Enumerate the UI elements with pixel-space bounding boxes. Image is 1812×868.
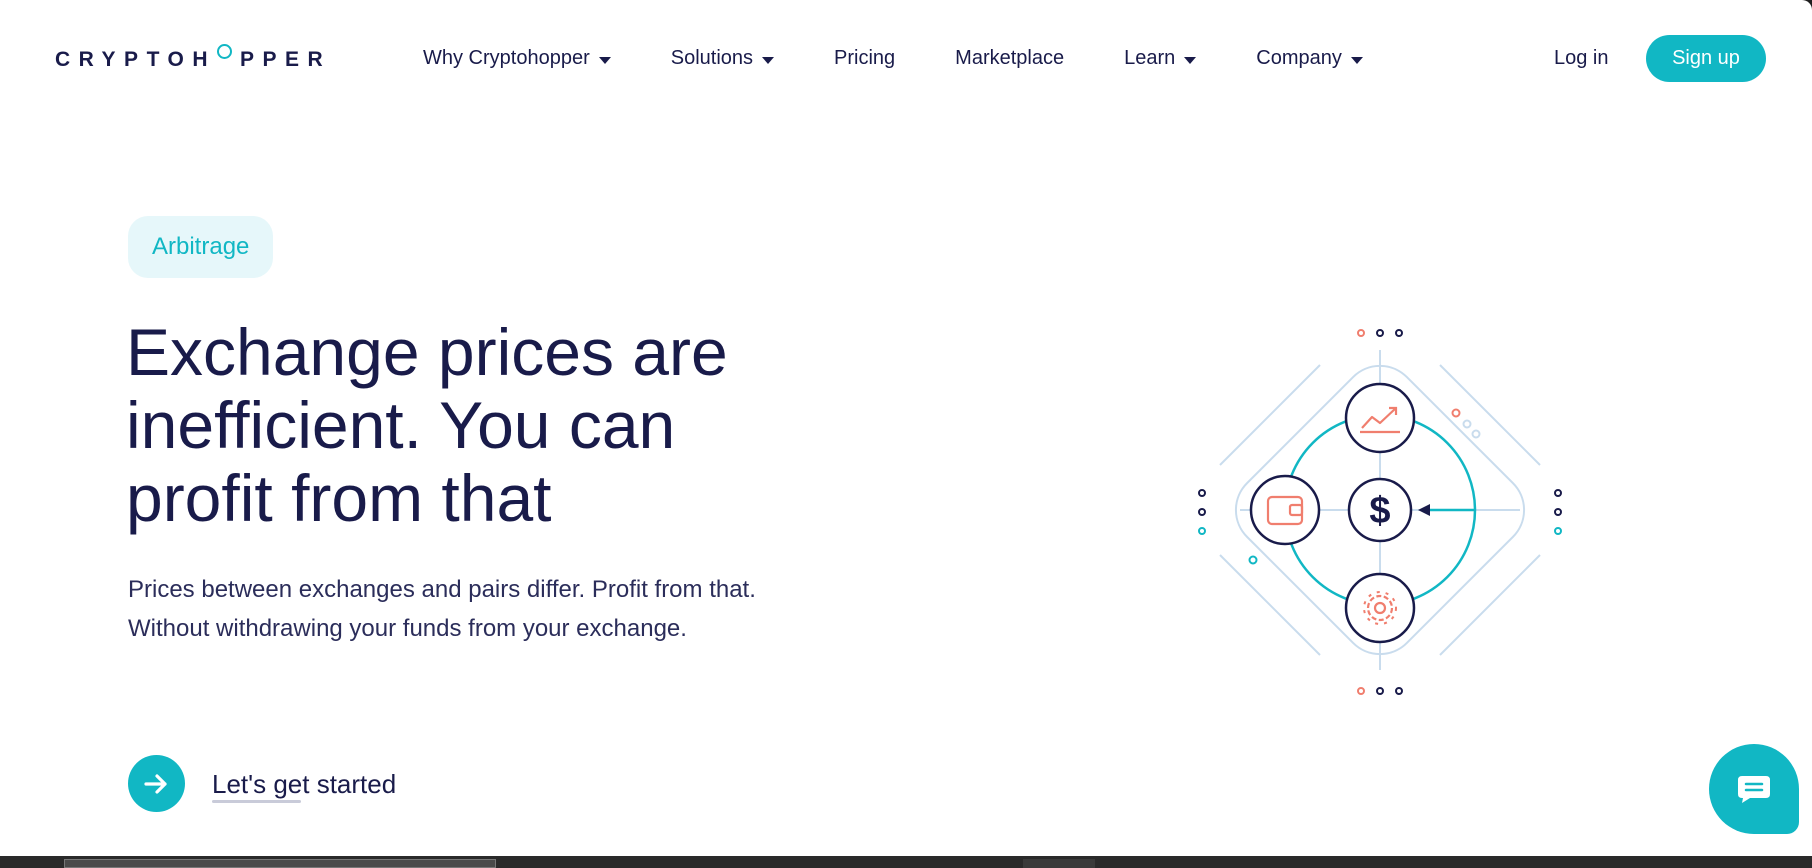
nav-item-label: Company xyxy=(1256,47,1342,69)
category-badge: Arbitrage xyxy=(128,216,274,278)
main-nav: Why Cryptohopper Solutions Pricing Marke… xyxy=(423,47,1423,70)
page: CRYPTOH PPER Why Cryptohopper Solutions P… xyxy=(0,0,1812,856)
chat-widget-button[interactable] xyxy=(1709,744,1799,834)
logo-text-left: CRYPTOH xyxy=(55,48,217,71)
chart-node xyxy=(1344,382,1416,454)
headline-line-2: inefficient. You can xyxy=(126,388,676,462)
get-started-button[interactable] xyxy=(128,755,185,812)
taskbar-item[interactable] xyxy=(1023,859,1095,868)
nav-item-label: Learn xyxy=(1124,47,1176,69)
chevron-down-icon xyxy=(1184,56,1197,64)
nav-item-why-cryptohopper[interactable]: Why Cryptohopper xyxy=(423,47,611,70)
nav-item-learn[interactable]: Learn xyxy=(1124,47,1197,70)
wallet-node xyxy=(1249,474,1321,546)
nav-item-label: Pricing xyxy=(834,47,896,69)
headline-line-1: Exchange prices are xyxy=(126,315,728,389)
nav-item-label: Marketplace xyxy=(955,47,1065,69)
chevron-down-icon xyxy=(598,56,611,64)
dollar-icon: $ xyxy=(1369,490,1390,532)
arrow-right-icon xyxy=(143,773,167,794)
headline-line-3: profit from that xyxy=(126,461,552,535)
cta-underline xyxy=(212,800,301,803)
subtext-line-2: Without withdrawing your funds from your… xyxy=(128,615,687,642)
gear-node xyxy=(1344,572,1416,644)
subtext-line-1: Prices between exchanges and pairs diffe… xyxy=(128,576,756,603)
nav-item-company[interactable]: Company xyxy=(1256,47,1363,70)
hero-subtext: Prices between exchanges and pairs diffe… xyxy=(128,570,888,648)
arbitrage-illustration: $ xyxy=(1198,329,1562,695)
flow-arrowhead xyxy=(1418,504,1430,516)
chevron-down-icon xyxy=(762,56,775,64)
logo-text-right: PPER xyxy=(240,48,332,71)
logo-ring-icon xyxy=(217,43,233,59)
login-link[interactable]: Log in xyxy=(1554,47,1609,70)
nav-item-pricing[interactable]: Pricing xyxy=(834,47,895,70)
nav-item-label: Why Cryptohopper xyxy=(423,47,590,69)
taskbar-item[interactable] xyxy=(64,859,496,868)
hero-headline: Exchange prices are inefficient. You can… xyxy=(126,316,886,535)
nav-item-marketplace[interactable]: Marketplace xyxy=(955,47,1064,70)
logo[interactable]: CRYPTOH PPER xyxy=(55,43,332,72)
chevron-down-icon xyxy=(1350,56,1363,64)
nav-item-solutions[interactable]: Solutions xyxy=(670,47,775,70)
signup-button[interactable]: Sign up xyxy=(1646,35,1766,82)
nav-item-label: Solutions xyxy=(670,47,754,69)
chat-bubble-icon xyxy=(1738,776,1770,803)
os-taskbar xyxy=(0,856,1812,868)
get-started-link[interactable]: Let's get started xyxy=(212,769,396,800)
